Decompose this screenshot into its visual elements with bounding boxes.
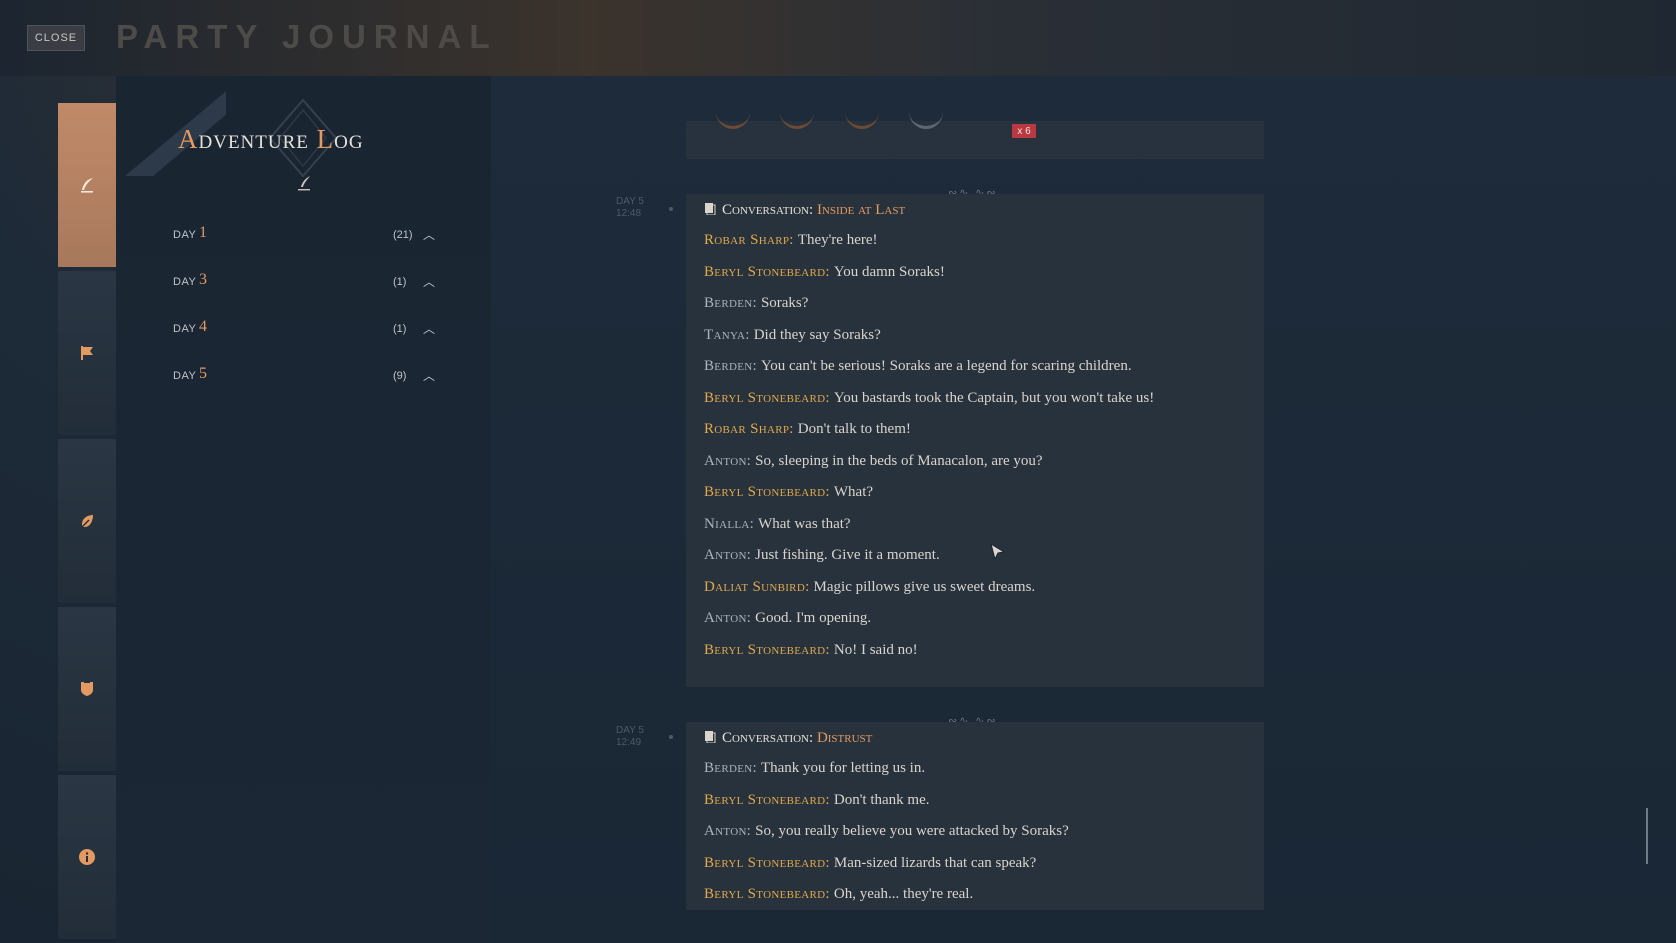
- dialogue-line: Anton: Just fishing. Give it a moment.: [704, 547, 940, 563]
- dialogue-line: Beryl Stonebeard: Oh, yeah... they're rea…: [704, 886, 974, 902]
- dialogue-line: Beryl Stonebeard: Man-sized lizards that …: [704, 855, 1037, 871]
- entry-timestamp: DAY 5 12:48: [616, 196, 644, 219]
- entry-timestamp: DAY 5 12:49: [616, 725, 644, 748]
- flag-icon: [81, 346, 93, 360]
- page-title: PARTY JOURNAL: [116, 18, 498, 55]
- dialogue-line: Anton: So, sleeping in the beds of Manaca…: [704, 453, 1043, 469]
- dialogue-line: Berden: Thank you for letting us in.: [704, 760, 926, 776]
- quill-icon: [81, 178, 93, 193]
- tab-info[interactable]: [58, 775, 116, 939]
- conversation-card: Conversation: Distrust Berden: Thank you …: [686, 722, 1264, 910]
- close-button[interactable]: CLOSE: [27, 25, 85, 51]
- tab-adventure-log[interactable]: [58, 103, 116, 267]
- dialogue-line: Robar Sharp: They're here!: [704, 232, 878, 248]
- feather-icon: [81, 515, 93, 528]
- chevron-up-icon[interactable]: ︿: [423, 226, 435, 243]
- dialogue-line: Tanya: Did they say Soraks?: [704, 327, 881, 343]
- document-icon: [705, 731, 716, 743]
- dialogue-line: Beryl Stonebeard: No! I said no!: [704, 642, 918, 658]
- document-icon: [705, 203, 716, 215]
- dialogue-line: Anton: Good. I'm opening.: [704, 610, 872, 626]
- tab-notes[interactable]: [58, 439, 116, 603]
- dialogue-line: Robar Sharp: Don't talk to them!: [704, 421, 911, 437]
- scrollbar-thumb[interactable]: [1646, 808, 1648, 864]
- adventure-log-title: Adventure Log: [178, 124, 364, 154]
- dialogue-line: Berden: Soraks?: [704, 295, 809, 311]
- conversation-heading: Conversation: Distrust: [704, 730, 872, 747]
- shield-icon: [81, 682, 93, 696]
- day-entry-1[interactable]: DAY 1 (21) ︿: [173, 224, 438, 249]
- mouse-cursor-icon: [990, 543, 1006, 561]
- log-sidebar: [116, 76, 491, 943]
- party-entry-card: [686, 121, 1264, 159]
- conversation-card: Conversation: Inside at Last Robar Sharp…: [686, 194, 1264, 687]
- count-badge: x 6: [1012, 124, 1036, 138]
- chevron-up-icon[interactable]: ︿: [423, 367, 435, 384]
- dialogue-line: Beryl Stonebeard: You damn Soraks!: [704, 264, 945, 280]
- dialogue-line: Daliat Sunbird: Magic pillows give us swe…: [704, 579, 1036, 595]
- tab-factions[interactable]: [58, 607, 116, 771]
- timeline-dot: [669, 207, 673, 211]
- info-icon: [79, 849, 95, 865]
- dialogue-line: Nialla: What was that?: [704, 516, 851, 532]
- dialogue-line: Beryl Stonebeard: What?: [704, 484, 874, 500]
- day-entry-4[interactable]: DAY 4 (1) ︿: [173, 318, 438, 343]
- tab-quests[interactable]: [58, 271, 116, 435]
- day-entry-5[interactable]: DAY 5 (9) ︿: [173, 365, 438, 390]
- timeline-dot: [669, 735, 673, 739]
- dialogue-line: Anton: So, you really believe you were at…: [704, 823, 1069, 839]
- dialogue-line: Berden: You can't be serious! Soraks are …: [704, 358, 1132, 374]
- chevron-up-icon[interactable]: ︿: [423, 320, 435, 337]
- day-entry-3[interactable]: DAY 3 (1) ︿: [173, 271, 438, 296]
- conversation-heading: Conversation: Inside at Last: [704, 202, 905, 219]
- dialogue-line: Beryl Stonebeard: Don't thank me.: [704, 792, 930, 808]
- dialogue-line: Beryl Stonebeard: You bastards took the C…: [704, 390, 1155, 406]
- chevron-up-icon[interactable]: ︿: [423, 273, 435, 290]
